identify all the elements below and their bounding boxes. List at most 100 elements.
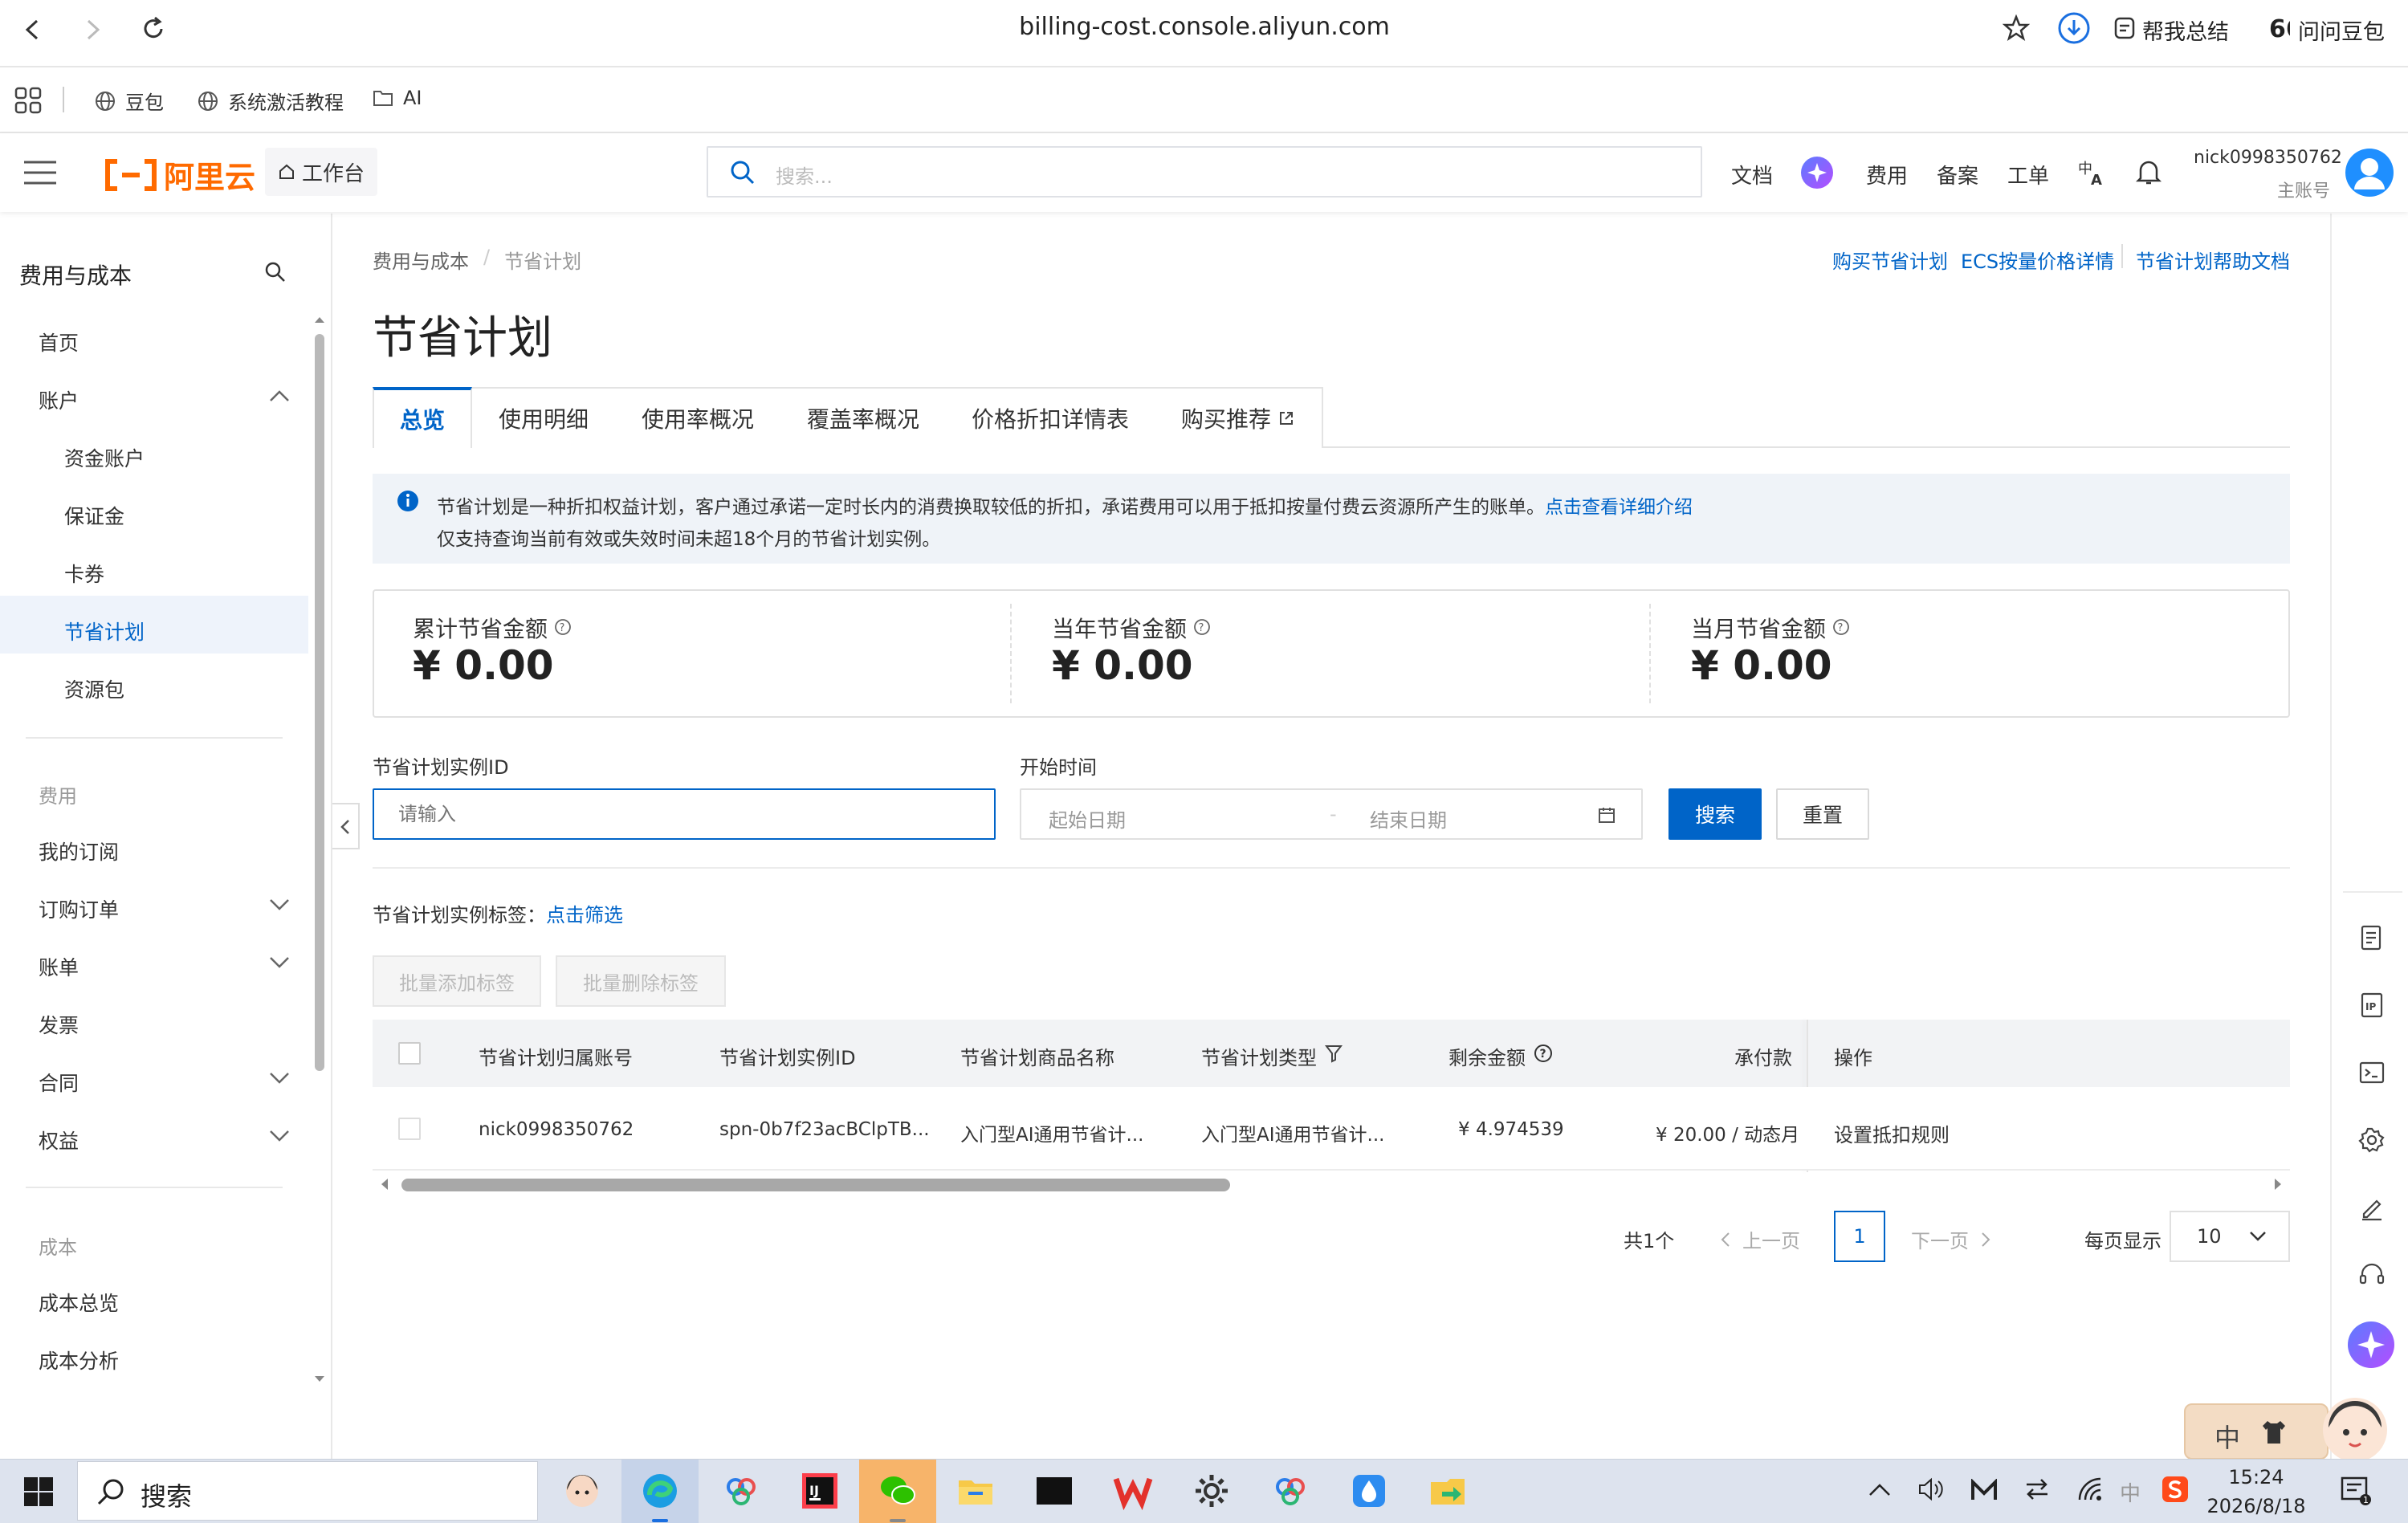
set-deduction-rule-link[interactable]: 设置抵扣规则 [1834,1119,1950,1147]
scroll-down-arrow-icon[interactable] [313,1374,326,1384]
notepad-icon[interactable] [2357,923,2386,952]
sidebar-item-contract[interactable]: 合同 [39,1068,79,1097]
sidebar-item-savings-plan[interactable]: 节省计划 [64,617,145,645]
sidebar-scrollbar-thumb[interactable] [315,334,324,1071]
icp-filing-link[interactable]: 备案 [1937,160,1978,189]
sidebar-item-bills[interactable]: 账单 [39,952,79,981]
hamburger-menu-icon[interactable] [22,159,58,186]
reload-icon[interactable] [140,14,167,43]
edit-pencil-icon[interactable] [2357,1193,2386,1222]
tab-utilization[interactable]: 使用率概况 [615,387,782,448]
ai-assistant-icon[interactable] [1800,156,1834,189]
bookmark-doubao[interactable]: 豆包 [95,87,164,115]
end-date-placeholder[interactable]: 结束日期 [1370,804,1447,833]
tray-ime-indicator[interactable]: 中 [2120,1477,2141,1507]
chevron-down-icon[interactable] [268,1129,291,1143]
ai-assistant-icon[interactable] [2346,1320,2396,1370]
bookmark-folder-ai[interactable]: AI [373,87,422,109]
ecs-price-detail-link[interactable]: ECS按量价格详情 [1961,246,2114,274]
wechat-icon[interactable] [878,1471,918,1511]
page-number-current[interactable]: 1 [1834,1211,1885,1262]
volume-icon[interactable] [1917,1477,1945,1501]
buy-savings-plan-link[interactable]: 购买节省计划 [1832,246,1948,274]
clock-date[interactable]: 2026/8/18 [2200,1495,2312,1517]
chevron-down-icon[interactable] [268,1071,291,1085]
savings-plan-help-link[interactable]: 节省计划帮助文档 [2136,246,2290,274]
shirt-icon[interactable] [2259,1419,2288,1445]
scroll-up-arrow-icon[interactable] [313,315,326,324]
scroll-left-arrow-icon[interactable] [379,1177,390,1191]
back-arrow-icon[interactable] [21,16,45,43]
transfer-app-icon[interactable] [1428,1471,1468,1511]
sidebar-item-account[interactable]: 账户 [39,385,79,414]
sidebar-item-cost-analysis[interactable]: 成本分析 [39,1346,119,1374]
settings-gear-icon[interactable] [2357,1126,2386,1154]
language-icon[interactable]: 中A [2078,157,2107,186]
row-checkbox[interactable] [398,1118,421,1140]
tab-overview[interactable]: 总览 [373,387,472,448]
sidebar-item-fund-account[interactable]: 资金账户 [64,443,145,472]
reset-button[interactable]: 重置 [1776,788,1869,840]
edge-browser-icon[interactable] [640,1471,680,1511]
m-app-tray-icon[interactable] [1970,1479,1998,1501]
intellij-idea-icon[interactable]: IJ [800,1471,840,1511]
star-bookmark-icon[interactable] [2003,14,2030,42]
apps-grid-icon[interactable] [14,87,42,114]
filter-funnel-icon[interactable] [1325,1044,1343,1063]
clock-time[interactable]: 15:24 [2200,1466,2312,1488]
docs-link[interactable]: 文档 [1731,160,1773,189]
settings-app-icon[interactable] [1192,1471,1232,1511]
date-range-picker[interactable]: 起始日期 - 结束日期 [1020,788,1643,840]
tab-price-discount[interactable]: 价格折扣详情表 [946,387,1156,448]
windows-start-icon[interactable] [22,1476,55,1508]
workbench-button[interactable]: 工作台 [265,148,377,196]
sidebar-item-orders[interactable]: 订购订单 [39,894,119,923]
search-button[interactable]: 搜索 [1668,788,1762,840]
avatar[interactable] [2345,148,2394,198]
instance-id-input[interactable] [373,788,996,840]
ime-mode[interactable]: 中 [2214,1418,2240,1455]
terminal-app-icon[interactable] [1034,1471,1074,1511]
billing-link[interactable]: 费用 [1866,160,1908,189]
sidebar-item-home[interactable]: 首页 [39,328,79,356]
address-bar-url[interactable]: billing-cost.console.aliyun.com [883,13,1526,41]
baidu-netdisk-icon[interactable] [1270,1471,1310,1511]
avatar-app-icon[interactable] [562,1471,602,1511]
chevron-down-icon[interactable] [268,955,291,970]
horizontal-scrollbar-thumb[interactable] [401,1179,1230,1191]
sidebar-item-deposit[interactable]: 保证金 [64,501,124,530]
tab-coverage[interactable]: 覆盖率概况 [780,387,947,448]
sidebar-item-my-subscriptions[interactable]: 我的订阅 [39,837,119,865]
breadcrumb-item[interactable]: 费用与成本 [373,246,469,274]
chevron-up-icon[interactable] [268,389,291,403]
help-circle-icon[interactable]: ? [1534,1044,1553,1063]
start-date-placeholder[interactable]: 起始日期 [1049,804,1126,833]
tab-purchase-recommendation[interactable]: 购买推荐 [1155,387,1323,448]
help-circle-icon[interactable]: ? [1832,618,1850,636]
collapse-sidebar-button[interactable] [332,803,360,849]
prev-page-button[interactable]: 上一页 [1720,1225,1800,1253]
sidebar-item-resource-pack[interactable]: 资源包 [64,674,124,703]
help-circle-icon[interactable]: ? [554,618,572,636]
notification-center-icon[interactable]: 1 [2340,1476,2372,1506]
select-all-checkbox[interactable] [398,1042,421,1065]
wps-office-icon[interactable] [1113,1471,1153,1511]
baidu-netdisk-icon[interactable] [721,1471,761,1511]
droplet-app-icon[interactable] [1349,1471,1389,1511]
wifi-icon[interactable] [2076,1476,2104,1503]
chevron-down-icon[interactable] [268,898,291,912]
console-search-input[interactable]: 搜索... [707,146,1702,198]
sidebar-item-rights[interactable]: 权益 [39,1126,79,1154]
ask-doubao-button[interactable]: 问问豆包 [2298,14,2385,46]
transfer-arrows-icon[interactable] [2023,1477,2051,1501]
aliyun-logo[interactable]: 阿里云 [104,153,255,197]
sidebar-search-icon[interactable] [263,260,287,284]
tab-usage-detail[interactable]: 使用明细 [472,387,617,448]
username[interactable]: nick0998350762 [2194,148,2342,168]
file-explorer-icon[interactable] [955,1471,996,1511]
next-page-button[interactable]: 下一页 [1911,1225,1991,1253]
ticket-link[interactable]: 工单 [2007,160,2049,189]
ip-address-icon[interactable]: IP [2357,991,2386,1020]
forward-arrow-icon[interactable] [80,16,104,43]
summary-button[interactable]: 帮我总结 [2142,14,2229,46]
